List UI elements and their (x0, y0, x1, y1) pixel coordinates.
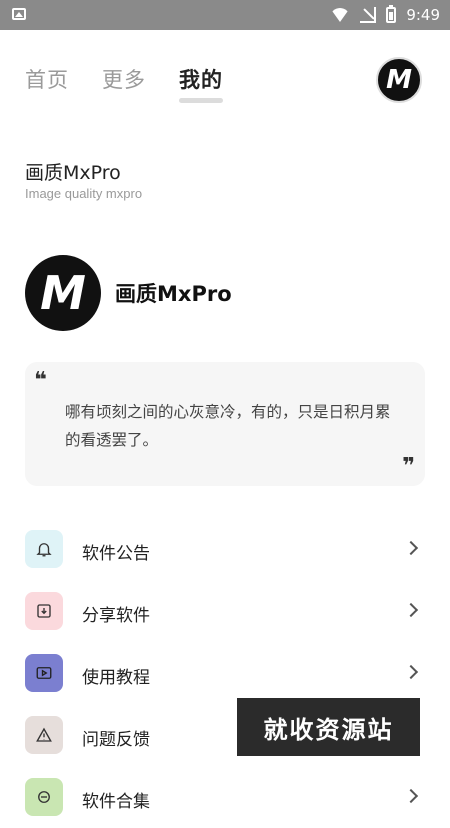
app-title: 画质MxPro (25, 162, 121, 184)
status-bar: 9:49 (0, 0, 450, 30)
tab-home-label: 首页 (25, 68, 69, 92)
menu-item-share[interactable]: 分享软件 (0, 580, 450, 642)
menu-label: 问题反馈 (82, 730, 150, 750)
collection-icon (25, 778, 63, 816)
profile-avatar: M (25, 255, 101, 331)
menu-item-tutorial[interactable]: 使用教程 (0, 642, 450, 704)
chevron-right-icon (403, 664, 419, 680)
profile-name: 画质MxPro (115, 282, 232, 306)
avatar[interactable]: M (376, 57, 422, 103)
status-icons: 9:49 (330, 5, 440, 25)
tab-home[interactable]: 首页 (25, 64, 69, 94)
logo-m-icon-large: M (40, 266, 86, 320)
watermark: 就收资源站 (237, 698, 420, 756)
battery-charging-icon (386, 5, 397, 23)
menu-label: 使用教程 (82, 668, 150, 688)
tab-more-label: 更多 (102, 68, 146, 92)
menu-label: 软件公告 (82, 544, 150, 564)
profile-card[interactable]: M 画质MxPro (25, 255, 232, 331)
chevron-right-icon (403, 540, 419, 556)
no-signal-icon (360, 7, 377, 23)
quote-text: 哪有顷刻之间的心灰意冷，有的，只是日积月累的看透罢了。 (65, 403, 391, 449)
tab-indicator (179, 98, 223, 103)
chevron-right-icon (403, 788, 419, 804)
tab-mine[interactable]: 我的 (179, 64, 223, 103)
wifi-icon (330, 8, 351, 22)
menu-list: 软件公告 分享软件 使用教程 问题反馈 软件合集 (0, 518, 450, 828)
menu-label: 分享软件 (82, 606, 150, 626)
clock: 9:49 (406, 6, 440, 24)
warning-icon (25, 716, 63, 754)
image-icon (12, 8, 26, 20)
menu-item-announcement[interactable]: 软件公告 (0, 518, 450, 580)
app-subtitle: Image quality mxpro (25, 186, 143, 201)
play-icon (25, 654, 63, 692)
bell-icon (25, 530, 63, 568)
chevron-right-icon (403, 602, 419, 618)
download-box-icon (25, 592, 63, 630)
quote-card: ❝ 哪有顷刻之间的心灰意冷，有的，只是日积月累的看透罢了。 ❞ (25, 362, 425, 486)
open-quote-icon: ❝ (34, 368, 47, 393)
top-tabs: 首页 更多 我的 (25, 64, 223, 103)
tab-more[interactable]: 更多 (102, 64, 146, 94)
tab-mine-label: 我的 (179, 68, 223, 92)
menu-item-collection[interactable]: 软件合集 (0, 766, 450, 828)
logo-m-icon: M (386, 65, 412, 95)
close-quote-icon: ❞ (402, 454, 415, 479)
main-sheet: 首页 更多 我的 M 画质MxPro Image quality mxpro M… (0, 30, 450, 816)
